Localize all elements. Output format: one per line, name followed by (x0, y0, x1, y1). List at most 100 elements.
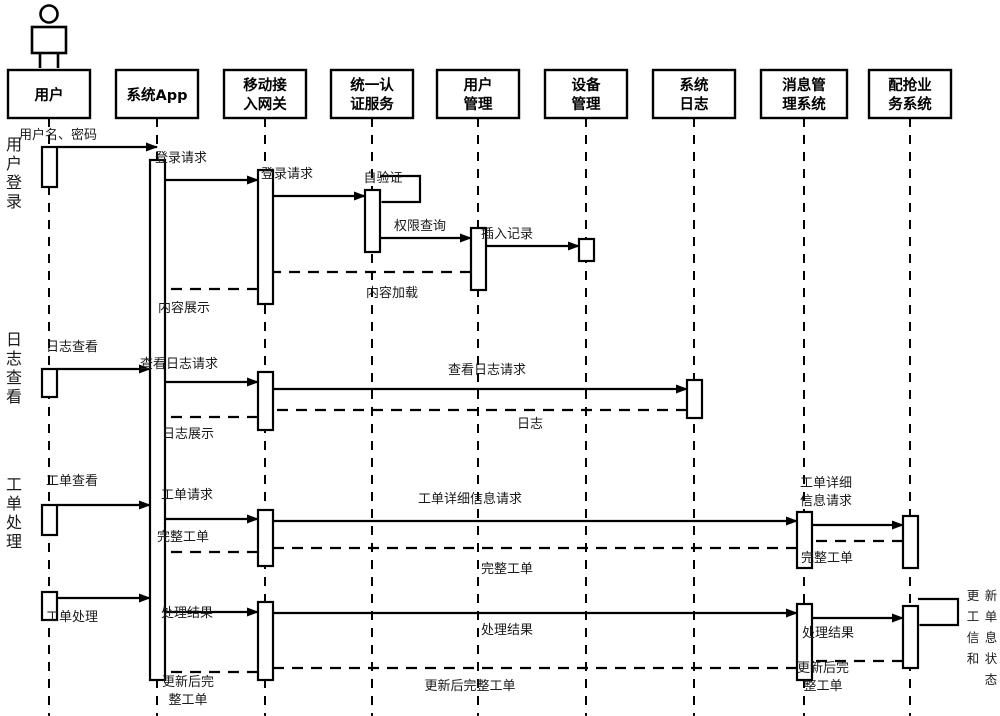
activation-act-syslog (685, 378, 704, 420)
svg-text:录: 录 (6, 192, 22, 211)
lifeline-auth[interactable]: 统一认证服务 (329, 68, 415, 716)
message-label-m03: 登录请求 (261, 167, 313, 182)
svg-text:查: 查 (6, 368, 22, 387)
svg-text:处理结果: 处理结果 (481, 623, 533, 638)
message-label-m01: 用户名、密码 (19, 127, 97, 143)
svg-text:插入记录: 插入记录 (481, 227, 533, 242)
activation-act-user-wo (40, 503, 59, 537)
svg-text:志: 志 (6, 349, 22, 368)
section-label-login: 用户登录 (6, 135, 22, 211)
activation-act-gw-wo (256, 508, 275, 568)
activation-act-user-log (40, 367, 59, 399)
messages-layer (57, 142, 960, 672)
message-label-m17: 工单详细信息请求 (800, 476, 852, 509)
message-label-m04: 自验证 (363, 170, 402, 186)
svg-text:户: 户 (6, 154, 22, 173)
message-label-m08: 内容展示 (158, 300, 210, 316)
svg-text:工单详细: 工单详细 (800, 476, 852, 491)
svg-text:状: 状 (985, 651, 998, 666)
section-label-log-view: 日志查看 (6, 330, 22, 406)
activation-act-biz-wo (901, 514, 920, 570)
svg-text:信: 信 (967, 630, 980, 645)
lifeline-label-auth: 统一认 (350, 76, 394, 94)
svg-text:自验证: 自验证 (363, 170, 402, 186)
message-label-m12: 日志 (517, 417, 543, 432)
message-label-m02: 登录请求 (155, 151, 207, 166)
message-label-m11: 查看日志请求 (448, 362, 526, 378)
svg-text:日: 日 (6, 330, 22, 349)
svg-text:处理结果: 处理结果 (802, 626, 854, 641)
svg-text:登: 登 (6, 173, 22, 192)
lifeline-label-app: 系统App (127, 86, 188, 104)
svg-text:更新后完整工单: 更新后完整工单 (424, 678, 515, 694)
svg-text:用户名、密码: 用户名、密码 (19, 127, 97, 143)
activation-act-gw-log (256, 370, 275, 432)
sequence-diagram-svg: 用户 系统App移动接入网关统一认证服务用户管理设备管理系统日志消息管理系统配抢业… (6, 4, 998, 716)
svg-text:单: 单 (985, 609, 998, 624)
activation-act-app-main (148, 158, 167, 682)
message-m25 (909, 597, 960, 630)
message-label-m24: 处理结果 (802, 626, 854, 641)
svg-text:日志: 日志 (517, 417, 543, 432)
svg-text:单: 单 (6, 494, 22, 513)
svg-text:查看日志请求: 查看日志请求 (448, 362, 526, 378)
svg-text:登录请求: 登录请求 (155, 151, 207, 166)
lifeline-label2-auth: 证服务 (350, 95, 394, 113)
svg-text:工: 工 (6, 475, 22, 494)
svg-text:处: 处 (6, 513, 22, 532)
activation-act-auth-login (363, 188, 382, 254)
message-label-m14: 工单查看 (46, 473, 98, 489)
lifeline-usermgr[interactable]: 用户管理 (435, 68, 521, 716)
svg-text:日志查看: 日志查看 (46, 339, 98, 355)
svg-text:工单详细信息请求: 工单详细信息请求 (418, 491, 522, 507)
section-label-wo-handle: 工单处理 (6, 475, 22, 551)
message-label-m05: 权限查询 (394, 218, 446, 234)
activation-act-dev-login (577, 237, 596, 263)
svg-text:更: 更 (967, 588, 980, 603)
svg-text:完整工单: 完整工单 (157, 530, 209, 545)
message-label-m21: 工单处理 (46, 610, 98, 625)
lifeline-label-syslog: 系统 (680, 76, 709, 94)
svg-text:工单处理: 工单处理 (46, 610, 98, 625)
message-label-m06: 插入记录 (481, 227, 533, 242)
lifeline-label-devmgr: 设备 (572, 76, 601, 94)
svg-text:更新后完: 更新后完 (162, 674, 214, 690)
message-label-m16: 工单详细信息请求 (418, 491, 522, 507)
svg-text:和: 和 (967, 651, 980, 666)
svg-text:处理结果: 处理结果 (161, 606, 213, 621)
svg-text:工: 工 (967, 609, 980, 624)
lifeline-label-msgmgr: 消息管 (782, 76, 826, 94)
lifeline-label2-msgmgr: 理系统 (782, 95, 826, 113)
lifeline-label2-bizsys: 务系统 (888, 95, 932, 113)
lifeline-label-user: 用户 (35, 86, 64, 104)
activation-act-biz-proc (901, 604, 920, 670)
svg-text:信息请求: 信息请求 (800, 493, 852, 509)
update-note-col1: 更工信和 (967, 588, 980, 666)
lifeline-label2-devmgr: 管理 (572, 95, 601, 113)
lifeline-label2-syslog: 日志 (680, 95, 709, 113)
actor-layer (30, 4, 68, 68)
message-label-m22: 处理结果 (161, 606, 213, 621)
svg-text:整工单: 整工单 (168, 693, 207, 708)
svg-text:理: 理 (6, 532, 22, 551)
svg-text:登录请求: 登录请求 (261, 167, 313, 182)
svg-text:整工单: 整工单 (803, 679, 842, 694)
message-label-m28: 更新后完整工单 (162, 674, 214, 708)
activation-act-user-login (40, 145, 59, 189)
svg-text:新: 新 (985, 588, 998, 603)
message-label-m15: 工单请求 (161, 488, 213, 503)
lifeline-label-gateway: 移动接 (243, 76, 287, 94)
lifeline-label-bizsys: 配抢业 (888, 76, 932, 94)
activation-act-gw-proc (256, 600, 275, 682)
message-label-m18: 完整工单 (801, 551, 853, 566)
update-note-col2: 新单息状态 (985, 588, 998, 687)
message-label-m07: 内容加载 (366, 285, 418, 301)
actor-stick-figure (30, 4, 68, 68)
section-labels-layer: 用户登录日志查看工单处理 (6, 135, 22, 551)
message-label-m10: 查看日志请求 (140, 356, 218, 372)
lifeline-devmgr[interactable]: 设备管理 (543, 68, 629, 716)
svg-text:日志展示: 日志展示 (162, 427, 214, 442)
lifeline-label2-gateway: 入网关 (243, 95, 287, 113)
svg-text:查看日志请求: 查看日志请求 (140, 356, 218, 372)
message-label-m19: 完整工单 (481, 562, 533, 577)
